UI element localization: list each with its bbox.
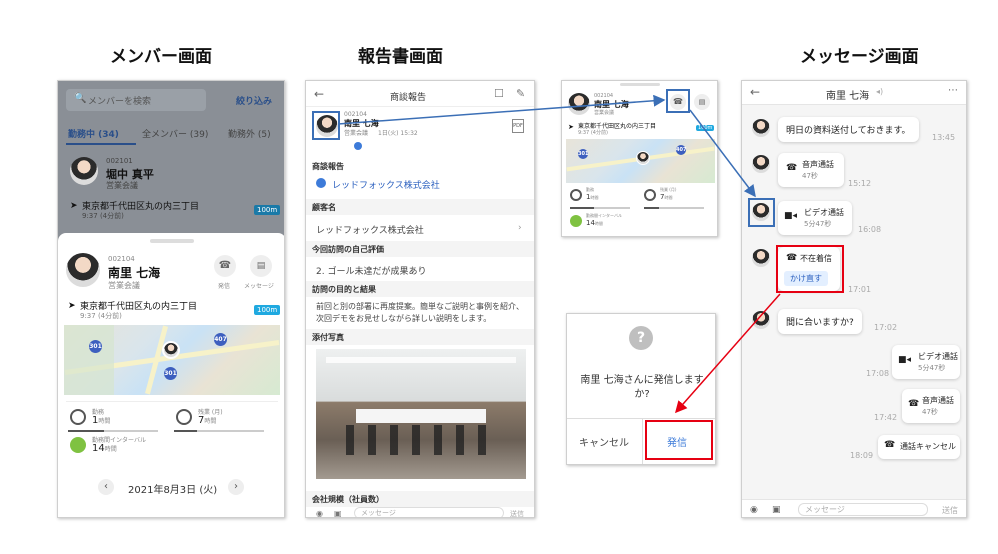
- arrow-missed-to-call: [675, 293, 781, 414]
- arrow-phone-to-chat: [689, 109, 756, 198]
- flow-arrows: [337, 94, 781, 414]
- arrow-report-to-phone: [337, 94, 666, 125]
